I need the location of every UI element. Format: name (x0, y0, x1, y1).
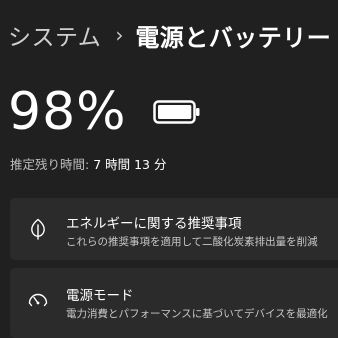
energy-recommendations-card[interactable]: エネルギーに関する推奨事項 これらの推奨事項を適用して二酸化炭素排出量を削減 (10, 198, 338, 260)
breadcrumb-separator: › (115, 23, 124, 47)
breadcrumb: システム › 電源とバッテリー (8, 18, 331, 52)
remaining-label: 推定残り時間: (10, 157, 90, 172)
battery-percentage: 98% (8, 82, 127, 142)
leaf-icon (26, 217, 50, 241)
estimated-time-remaining: 推定残り時間: 7 時間 13 分 (10, 154, 166, 173)
remaining-value: 7 時間 13 分 (93, 157, 167, 172)
energy-recommendations-subtitle: これらの推奨事項を適用して二酸化炭素排出量を削減 (66, 236, 318, 248)
page-title: 電源とバッテリー (135, 23, 332, 52)
power-mode-subtitle: 電力消費とパフォーマンスに基づいてデバイスを最適化 (66, 308, 328, 320)
power-mode-card[interactable]: 電源モード 電力消費とパフォーマンスに基づいてデバイスを最適化 (10, 268, 338, 338)
energy-recommendations-title: エネルギーに関する推奨事項 (66, 216, 242, 232)
power-mode-title: 電源モード (66, 288, 134, 304)
breadcrumb-parent-system[interactable]: システム (8, 18, 101, 52)
battery-status: 98% (8, 80, 201, 144)
power-mode-gauge-icon (26, 287, 50, 311)
battery-icon (152, 100, 201, 124)
